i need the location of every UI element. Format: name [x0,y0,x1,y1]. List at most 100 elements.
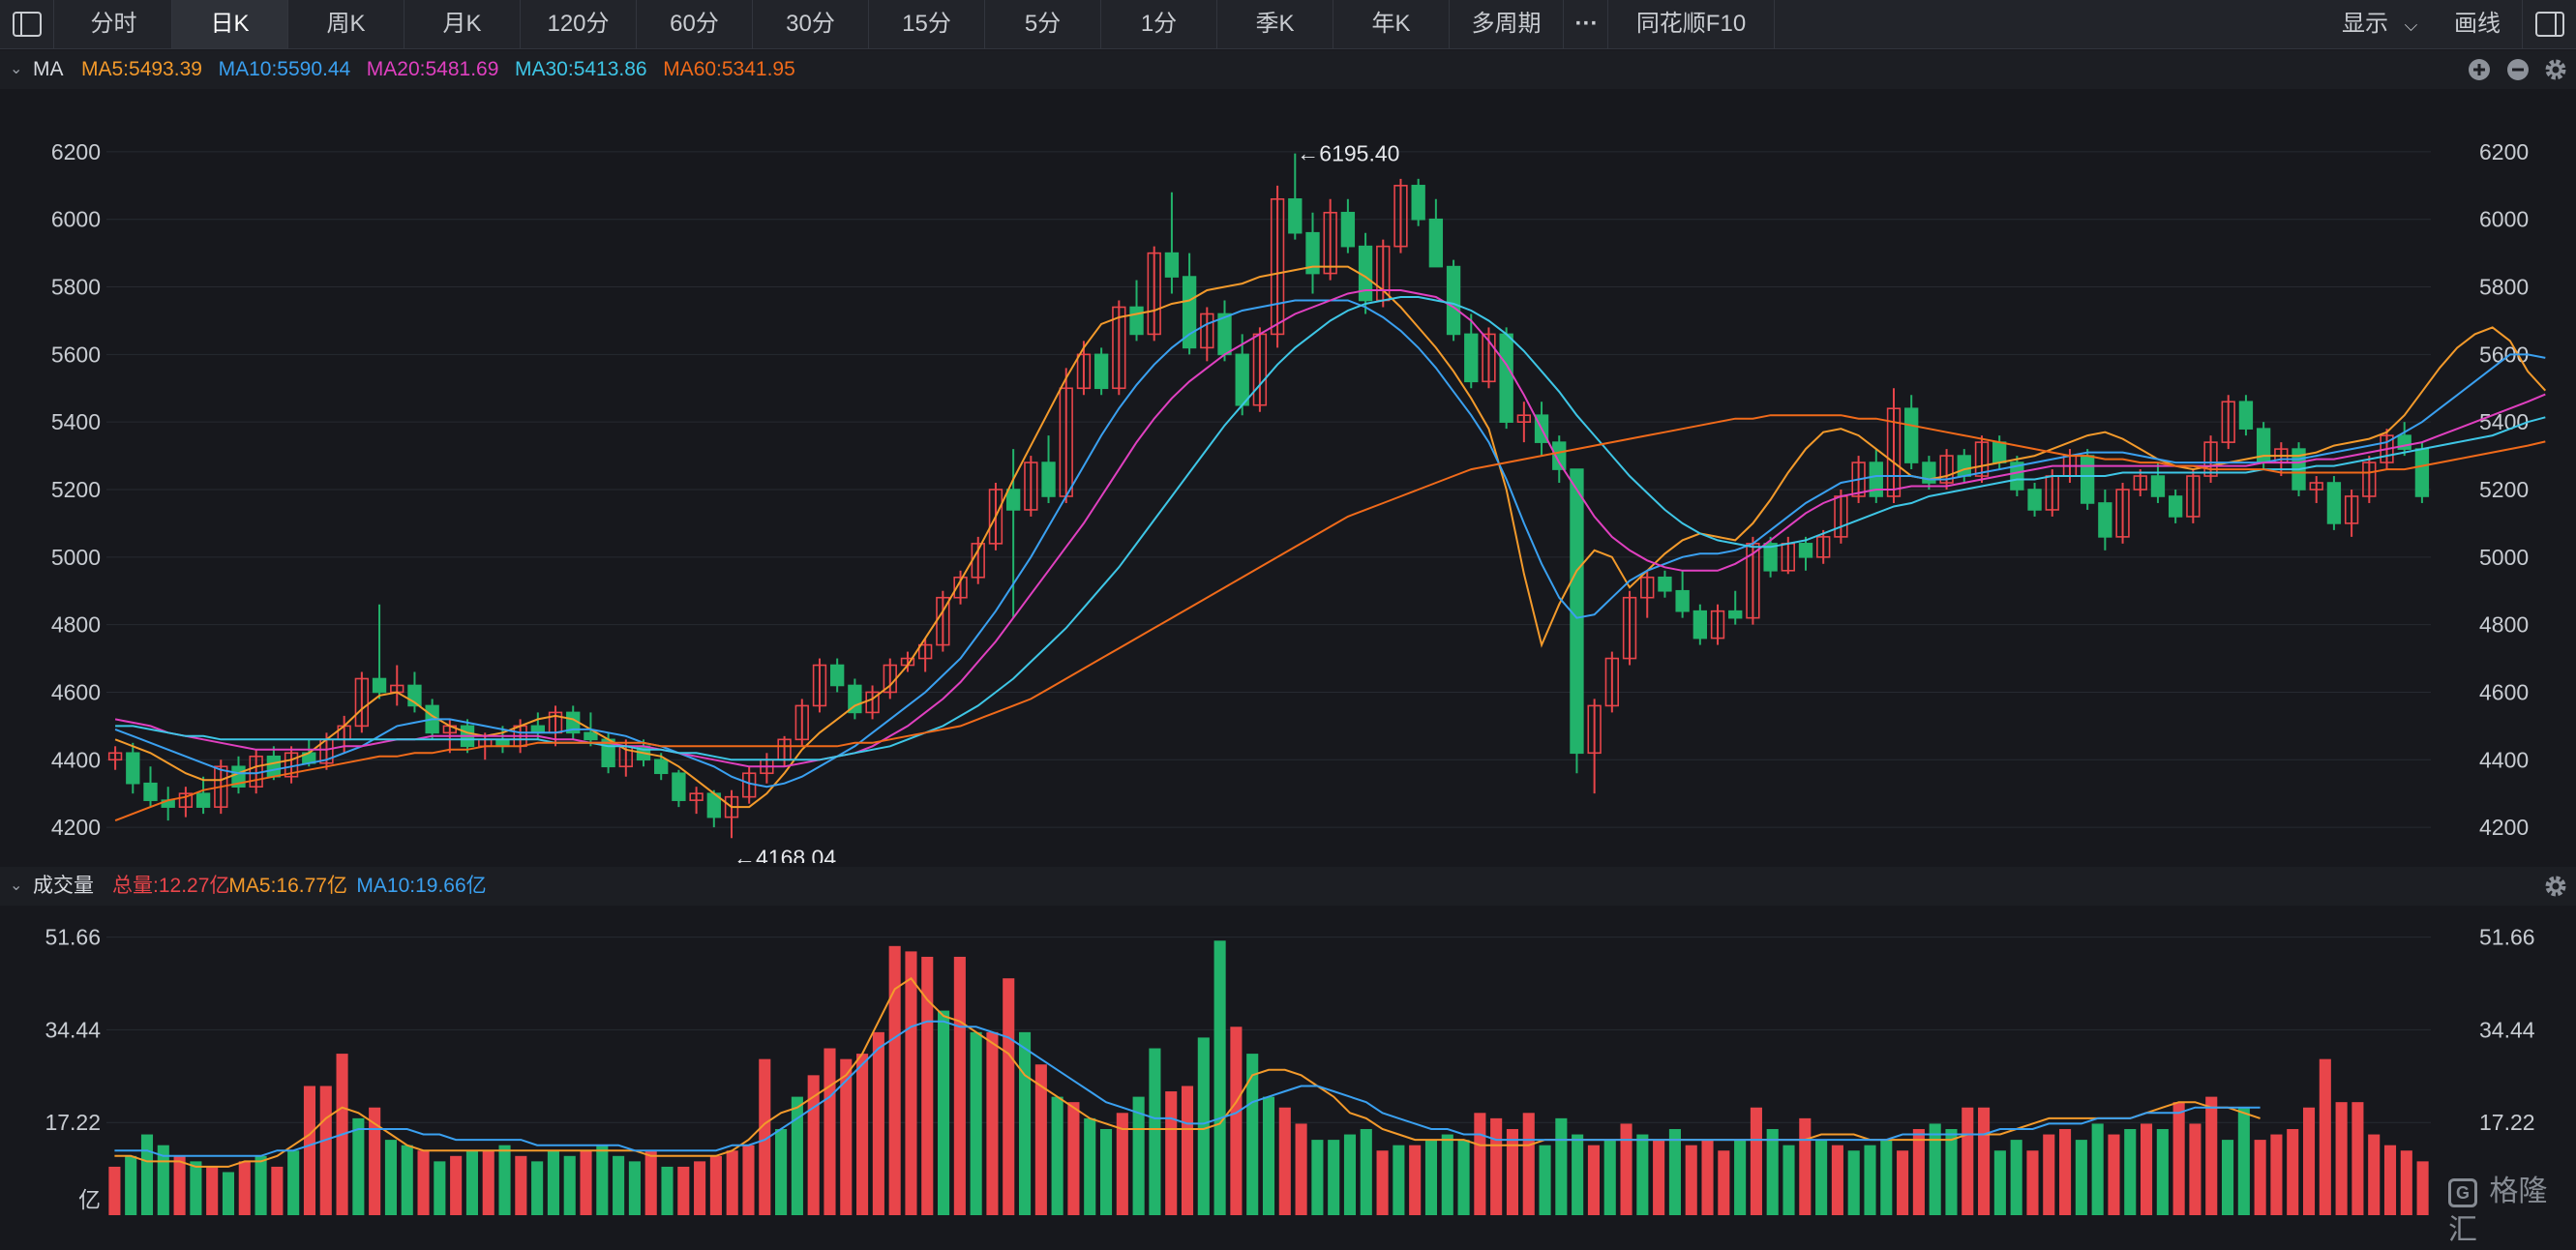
volume-bar [108,1166,121,1215]
y-tick-label-left: 51.66 [45,925,101,950]
candle-body [1904,407,1919,463]
volume-bar [905,951,917,1215]
tab-period[interactable]: 分时 [56,0,172,48]
volume-bar [1685,1145,1697,1215]
candle-body [1570,468,1584,755]
display-menu-button[interactable]: 显示 ⌵ [2342,0,2429,48]
volume-bar [1962,1107,1974,1215]
volume-bar [271,1166,284,1215]
volume-bar [2108,1134,2120,1215]
more-periods-button[interactable]: ··· [1566,0,1608,48]
f10-button[interactable]: 同花顺F10 [1608,0,1775,48]
candle-body [143,782,158,801]
volume-bar [2189,1123,2202,1215]
volume-bar [644,1150,657,1215]
volume-bar [1360,1128,1372,1215]
indicator-name[interactable]: MA [33,50,64,89]
candle-body [1235,353,1249,406]
volume-bar [2010,1140,2022,1215]
volume-bar [1376,1150,1389,1215]
tab-period[interactable]: 15分 [869,0,985,48]
volume-bar [417,1150,430,1215]
volume-bar [1409,1145,1422,1215]
tab-period[interactable]: 1分 [1101,0,1217,48]
settings-gear-icon[interactable] [2543,57,2568,82]
tab-period[interactable]: 30分 [753,0,869,48]
volume-chart[interactable]: 17.22 17.22 34.44 34.44 51.66 51.66 亿 [0,906,2576,1215]
candle-body [1798,543,1813,558]
volume-bar [1912,1128,1925,1215]
draw-line-button[interactable]: 画线 [2454,0,2512,48]
volume-bar [1051,1096,1063,1215]
y-tick-label-right: 34.44 [2479,1017,2535,1042]
tab-period[interactable]: 日K [172,0,288,48]
y-tick-label-left: 5600 [51,342,101,367]
candle-body [654,759,669,775]
unit-label: 亿 [78,1187,101,1212]
volume-bar [1311,1140,1324,1215]
y-tick-label-left: 5000 [51,545,101,570]
candle-body [495,738,510,748]
collapse-chevron-icon[interactable]: ⌄ [10,867,22,906]
volume-bar [742,1145,755,1215]
candle-body [2414,448,2430,497]
tab-period[interactable]: 年K [1333,0,1450,48]
volume-bar [1213,940,1226,1215]
volume-title[interactable]: 成交量 [33,867,94,906]
volume-bar [1328,1140,1340,1215]
volume-bar [1099,1128,1113,1215]
volume-bar [1149,1048,1161,1215]
volume-bar [613,1155,625,1215]
volume-bar [2237,1107,2250,1215]
candle-body [1464,333,1479,383]
y-tick-label-left: 34.44 [45,1017,101,1042]
volume-bar [1782,1145,1795,1215]
volume-bar [1718,1150,1730,1215]
candle-body [2027,489,2042,511]
logo-icon: G [2448,1178,2477,1208]
tab-period[interactable]: 120分 [521,0,637,48]
y-tick-label-left: 4200 [51,815,101,840]
y-tick-label-right: 5000 [2479,545,2529,570]
add-indicator-icon[interactable] [2467,57,2492,82]
volume-bar [1880,1140,1893,1215]
collapse-chevron-icon[interactable]: ⌄ [10,50,22,89]
price-chart[interactable]: 4200 4200 4400 4400 4600 4600 4800 4800 5000 5000… [0,89,2576,863]
tab-period[interactable]: 60分 [637,0,753,48]
volume-bar [661,1166,674,1215]
watermark: G 格隆汇 [2448,1173,2576,1246]
volume-bar [2254,1140,2266,1215]
remove-indicator-icon[interactable] [2505,57,2531,82]
volume-bar [1490,1117,1503,1215]
volume-bar [238,1161,251,1215]
sidebar-toggle-button[interactable] [0,0,54,48]
y-tick-label-right: 4600 [2479,679,2529,704]
tab-period[interactable]: 多周期 [1450,0,1564,48]
volume-bar [2205,1096,2218,1215]
volume-bar [2302,1107,2316,1215]
settings-gear-icon[interactable] [2543,874,2568,899]
tab-period[interactable]: 季K [1217,0,1333,48]
tab-period[interactable]: 周K [288,0,404,48]
period-toolbar: 分时 日K 周K 月K 120分 60分 30分 15分 5分 1分 季K 年K 多周期 ··· 同花顺… [0,0,2576,49]
volume-bar [1587,1145,1600,1215]
volume-bar [1799,1117,1812,1215]
right-panel-toggle-button[interactable] [2522,0,2576,48]
candle-body [2326,482,2342,524]
tab-period[interactable]: 月K [404,0,521,48]
tab-period[interactable]: 5分 [985,0,1101,48]
volume-bar [1506,1128,1519,1215]
y-tick-label-right: 6000 [2479,207,2529,232]
volume-bar [482,1150,494,1215]
candle-body [372,677,387,694]
candle-body [1129,306,1144,336]
y-tick-label-right: 17.22 [2479,1110,2535,1135]
candle-body [830,664,845,687]
high-annotation: ←6195.40 [1297,141,1399,166]
volume-bar [1847,1150,1860,1215]
candle-body [1041,461,1056,497]
candle-body [1411,185,1425,221]
volume-bar [824,1048,836,1215]
volume-bar [450,1155,463,1215]
volume-bar [2368,1134,2381,1215]
